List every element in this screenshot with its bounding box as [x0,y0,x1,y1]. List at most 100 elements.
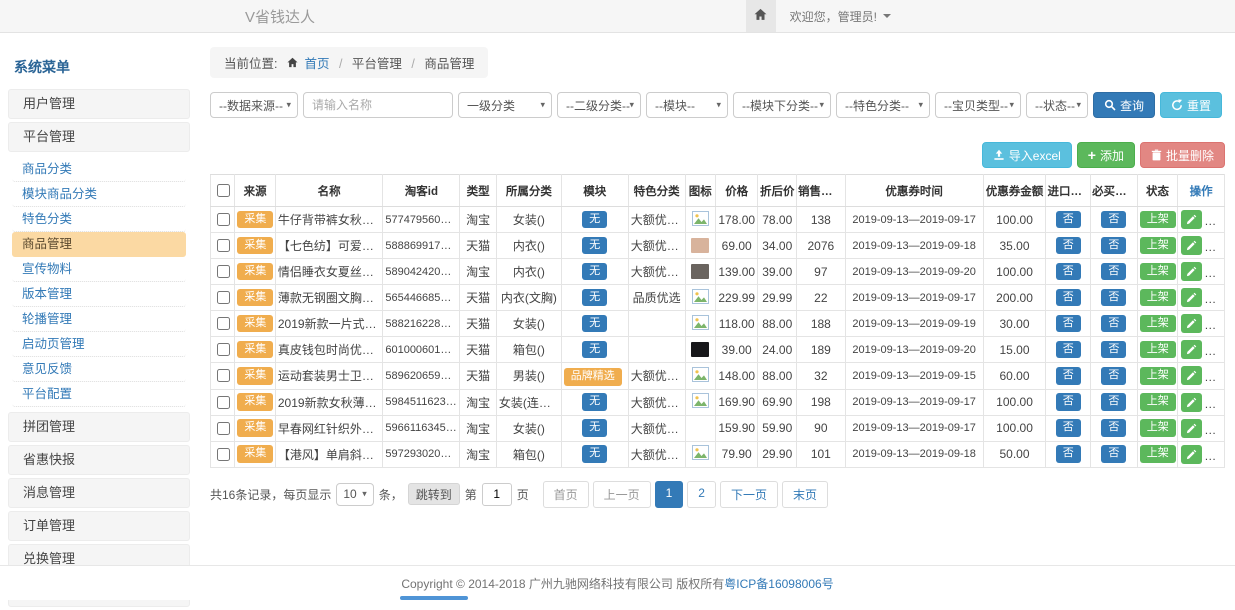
sidebar-item[interactable]: 意见反馈 [12,357,186,382]
must-buy-badge[interactable]: 否 [1101,445,1126,463]
must-buy-badge[interactable]: 否 [1101,367,1126,385]
edit-button[interactable] [1181,288,1202,307]
sidebar-item[interactable]: 平台配置 [12,382,186,407]
sidebar-item[interactable]: 特色分类 [12,207,186,232]
edit-button[interactable] [1181,262,1202,281]
pagination-button[interactable]: 2 [687,481,716,508]
row-checkbox[interactable] [217,422,230,435]
sales-count: 90 [797,415,846,441]
status-badge[interactable]: 上架 [1140,315,1176,333]
feature-category: 大额优惠券 [628,259,685,285]
import-select-badge[interactable]: 否 [1056,419,1081,437]
filter-select-category-l1[interactable]: 一级分类▾ [458,92,552,118]
row-checkbox-cell [211,207,235,233]
sidebar-item[interactable]: 轮播管理 [12,307,186,332]
import-select-badge[interactable]: 否 [1056,315,1081,333]
sidebar-item[interactable]: 商品分类 [12,157,186,182]
status-badge[interactable]: 上架 [1140,263,1176,281]
edit-button[interactable] [1181,210,1202,229]
edit-button[interactable] [1181,445,1202,464]
sidebar-item[interactable]: 版本管理 [12,282,186,307]
filter-select-status[interactable]: --状态--▾ [1026,92,1088,118]
edit-button[interactable] [1181,366,1202,385]
import-select-badge[interactable]: 否 [1056,445,1081,463]
status-badge[interactable]: 上架 [1140,367,1176,385]
sidebar-item[interactable]: 启动页管理 [12,332,186,357]
source-badge: 采集 [237,367,273,385]
row-checkbox[interactable] [217,317,230,330]
import-select-badge[interactable]: 否 [1056,367,1081,385]
sidebar-group[interactable]: 平台管理 [8,122,190,152]
name-search-input[interactable] [303,92,453,118]
row-checkbox[interactable] [217,239,230,252]
pagination-button[interactable]: 首页 [543,481,589,508]
status-badge[interactable]: 上架 [1140,393,1176,411]
row-checkbox[interactable] [217,213,230,226]
operations-cell [1178,311,1225,337]
must-buy-badge[interactable]: 否 [1101,211,1126,229]
must-buy-badge[interactable]: 否 [1101,341,1126,359]
pagination-button[interactable]: 末页 [782,481,828,508]
breadcrumb-home-link[interactable]: 首页 [304,57,329,71]
sidebar-group[interactable]: 用户管理 [8,89,190,119]
user-dropdown[interactable]: 欢迎您，管理员! [776,8,905,25]
must-buy-badge[interactable]: 否 [1101,419,1126,437]
filter-select-feature[interactable]: --特色分类--▾ [836,92,930,118]
row-checkbox[interactable] [217,448,230,461]
row-checkbox[interactable] [217,369,230,382]
status-badge[interactable]: 上架 [1140,237,1176,255]
import-excel-button[interactable]: 导入excel [982,142,1072,168]
edit-button[interactable] [1181,314,1202,333]
sidebar-group[interactable]: 拼团管理 [8,412,190,442]
sidebar-item[interactable]: 商品管理 [12,232,186,257]
row-checkbox[interactable] [217,265,230,278]
row-checkbox[interactable] [217,343,230,356]
status-badge[interactable]: 上架 [1140,211,1176,229]
icp-link[interactable]: 粤ICP备16098006号 [724,575,833,592]
pagination-button[interactable]: 下一页 [720,481,778,508]
import-select-badge[interactable]: 否 [1056,393,1081,411]
must-buy-badge[interactable]: 否 [1101,289,1126,307]
must-buy-badge[interactable]: 否 [1101,263,1126,281]
filter-select-item-type[interactable]: --宝贝类型--▾ [935,92,1021,118]
status-badge[interactable]: 上架 [1140,445,1176,463]
pagination-button[interactable]: 1 [655,481,684,508]
must-buy-badge[interactable]: 否 [1101,315,1126,333]
sidebar-group[interactable]: 消息管理 [8,478,190,508]
pagination-button[interactable]: 上一页 [593,481,651,508]
edit-button[interactable] [1181,419,1202,438]
sidebar-group[interactable]: 省惠快报 [8,445,190,475]
select-all-checkbox[interactable] [217,184,230,197]
page-number-input[interactable] [482,483,512,506]
filter-select-module-sub[interactable]: --模块下分类--▾ [733,92,831,118]
filter-select-module[interactable]: --模块--▾ [646,92,728,118]
status-badge[interactable]: 上架 [1140,341,1176,359]
must-buy-badge[interactable]: 否 [1101,237,1126,255]
home-button[interactable] [746,0,776,32]
status-badge[interactable]: 上架 [1140,419,1176,437]
filter-select-category-l2[interactable]: --二级分类--▾ [557,92,641,118]
horizontal-scrollbar-thumb[interactable] [400,596,468,600]
status-badge[interactable]: 上架 [1140,289,1176,307]
import-select-badge[interactable]: 否 [1056,289,1081,307]
edit-button[interactable] [1181,340,1202,359]
import-select-badge[interactable]: 否 [1056,211,1081,229]
row-checkbox[interactable] [217,396,230,409]
import-select-badge[interactable]: 否 [1056,263,1081,281]
must-buy-badge[interactable]: 否 [1101,393,1126,411]
batch-delete-button[interactable]: 批量删除 [1140,142,1225,168]
search-button[interactable]: 查询 [1093,92,1155,118]
row-checkbox[interactable] [217,291,230,304]
sidebar-group[interactable]: 订单管理 [8,511,190,541]
jump-button[interactable]: 跳转到 [408,483,460,505]
sidebar-item[interactable]: 宣传物料 [12,257,186,282]
filter-select-data-source[interactable]: --数据来源--▾ [210,92,298,118]
sidebar-item[interactable]: 模块商品分类 [12,182,186,207]
per-page-select[interactable]: 10▾ [336,483,373,506]
edit-button[interactable] [1181,393,1202,412]
import-select-badge[interactable]: 否 [1056,237,1081,255]
edit-button[interactable] [1181,236,1202,255]
add-button[interactable]: +添加 [1077,142,1135,168]
reset-button[interactable]: 重置 [1160,92,1222,118]
import-select-badge[interactable]: 否 [1056,341,1081,359]
